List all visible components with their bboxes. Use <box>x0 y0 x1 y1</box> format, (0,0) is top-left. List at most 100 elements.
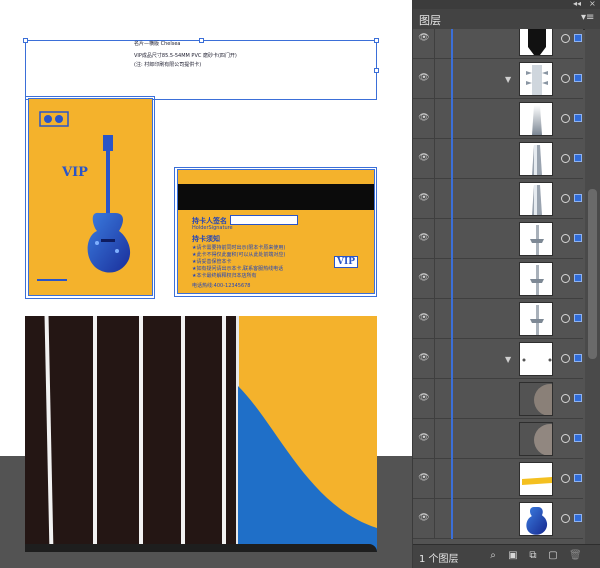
new-sublayer-icon[interactable]: ⧉ <box>527 550 539 562</box>
double-arrow-icon[interactable]: ◂◂ <box>573 0 581 8</box>
logo-icon <box>39 111 69 127</box>
layer-row[interactable]: 👁 <box>413 99 583 139</box>
layer-row[interactable]: 👁 ▼ <box>413 339 583 379</box>
layer-indent-line <box>451 459 453 499</box>
layer-count-label: 1 个图层 <box>419 554 459 565</box>
neck-artboard[interactable] <box>25 316 377 552</box>
selection-square-icon[interactable] <box>574 394 582 402</box>
target-circle-icon[interactable] <box>561 194 570 203</box>
selection-handle[interactable] <box>374 38 379 43</box>
expand-arrow-icon[interactable]: ▼ <box>505 75 511 84</box>
panel-menu-icon[interactable]: ▾≡ <box>581 12 594 23</box>
layer-thumbnail <box>519 302 553 336</box>
eye-icon[interactable]: 👁 <box>417 193 431 203</box>
selection-square-icon[interactable] <box>574 194 582 202</box>
eye-icon[interactable]: 👁 <box>417 233 431 243</box>
artboard-canvas[interactable]: 名片—横版 Chelsea VIP成品尺寸85.5-54MM PVC 磨砂卡(四… <box>0 0 412 568</box>
selection-square-icon[interactable] <box>574 514 582 522</box>
eye-icon[interactable]: 👁 <box>417 353 431 363</box>
doc-title-text: 名片—横版 Chelsea <box>134 41 181 47</box>
target-circle-icon[interactable] <box>561 74 570 83</box>
target-circle-icon[interactable] <box>561 34 570 43</box>
eye-icon[interactable]: 👁 <box>417 113 431 123</box>
string-line <box>93 316 97 552</box>
notice-item: ★请卡需要持前同时出示(限本卡原来使用) <box>192 245 286 251</box>
selection-square-icon[interactable] <box>574 74 582 82</box>
signature-box[interactable] <box>230 215 298 225</box>
layer-list[interactable]: 👁 👁 ▼ 👁 👁 👁 👁 👁 👁 👁 ▼ 👁 👁 👁 👁 <box>413 29 600 544</box>
tab-layers[interactable]: 图层 <box>419 12 441 28</box>
layer-thumbnail <box>519 382 553 416</box>
target-circle-icon[interactable] <box>561 434 570 443</box>
layers-footer: 1 个图层 ⌕ ▣ ⧉ ▢ 🗑 <box>413 544 600 568</box>
selection-square-icon[interactable] <box>574 314 582 322</box>
eye-icon[interactable]: 👁 <box>417 33 431 43</box>
layers-panel[interactable]: ◂◂ × 图层 ▾≡ 👁 👁 ▼ 👁 👁 👁 👁 👁 👁 👁 ▼ 👁 👁 👁 👁… <box>412 0 600 568</box>
eye-icon[interactable]: 👁 <box>417 73 431 83</box>
target-circle-icon[interactable] <box>561 514 570 523</box>
layer-row[interactable]: 👁 <box>413 299 583 339</box>
target-circle-icon[interactable] <box>561 354 570 363</box>
selection-square-icon[interactable] <box>574 114 582 122</box>
bottom-dark-band <box>25 544 377 552</box>
layer-row[interactable]: 👁 <box>413 259 583 299</box>
layer-row[interactable]: 👁 <box>413 139 583 179</box>
layer-row[interactable]: 👁 <box>413 179 583 219</box>
layer-row[interactable]: 👁 <box>413 29 583 59</box>
hotline-text: 电话热线:400-12345678 <box>192 283 251 289</box>
new-layer-icon[interactable]: ▢ <box>547 550 559 562</box>
selection-square-icon[interactable] <box>574 474 582 482</box>
eye-separator <box>434 99 435 139</box>
eye-icon[interactable]: 👁 <box>417 513 431 523</box>
target-circle-icon[interactable] <box>561 314 570 323</box>
selection-handle[interactable] <box>23 38 28 43</box>
eye-icon[interactable]: 👁 <box>417 153 431 163</box>
layer-row[interactable]: 👁 <box>413 219 583 259</box>
eye-icon[interactable]: 👁 <box>417 433 431 443</box>
doc-spec-text: VIP成品尺寸85.5-54MM PVC 磨砂卡(四门开) <box>134 53 237 59</box>
layer-thumbnail <box>519 142 553 176</box>
selection-square-icon[interactable] <box>574 354 582 362</box>
layer-row[interactable]: 👁 ▼ <box>413 59 583 99</box>
target-circle-icon[interactable] <box>561 394 570 403</box>
selection-handle[interactable] <box>374 68 379 73</box>
target-circle-icon[interactable] <box>561 234 570 243</box>
selection-square-icon[interactable] <box>574 274 582 282</box>
text-group-selection[interactable] <box>25 40 377 100</box>
target-circle-icon[interactable] <box>561 474 570 483</box>
eye-separator <box>434 219 435 259</box>
notice-item: ★此卡不得仅此面积(可以从此处前端对应) <box>192 252 286 258</box>
scrollbar-thumb[interactable] <box>588 189 597 359</box>
selection-square-icon[interactable] <box>574 434 582 442</box>
layers-scrollbar[interactable] <box>585 29 600 544</box>
eye-icon[interactable]: 👁 <box>417 393 431 403</box>
target-circle-icon[interactable] <box>561 114 570 123</box>
layer-row[interactable]: 👁 <box>413 379 583 419</box>
target-circle-icon[interactable] <box>561 154 570 163</box>
guitar-icon <box>87 135 131 273</box>
selection-square-icon[interactable] <box>574 34 582 42</box>
layer-row[interactable]: 👁 <box>413 419 583 459</box>
eye-icon[interactable]: 👁 <box>417 273 431 283</box>
search-icon[interactable]: ⌕ <box>487 550 499 562</box>
vip-card-back[interactable]: 持卡人签名 HolderSignature 持卡须知 ★请卡需要持前同时出示(限… <box>177 169 375 294</box>
expand-arrow-icon[interactable]: ▼ <box>505 355 511 364</box>
layer-thumbnail <box>519 182 553 216</box>
eye-icon[interactable]: 👁 <box>417 313 431 323</box>
selection-handle[interactable] <box>199 38 204 43</box>
close-icon[interactable]: × <box>589 0 596 8</box>
eye-icon[interactable]: 👁 <box>417 473 431 483</box>
layer-row[interactable]: 👁 <box>413 459 583 499</box>
layer-thumbnail <box>519 222 553 256</box>
make-clip-mask-icon[interactable]: ▣ <box>507 550 519 562</box>
target-circle-icon[interactable] <box>561 274 570 283</box>
delete-icon[interactable]: 🗑 <box>569 550 582 562</box>
selection-square-icon[interactable] <box>574 234 582 242</box>
layer-indent-line <box>451 179 453 219</box>
front-footer-line <box>37 279 67 281</box>
selection-square-icon[interactable] <box>574 154 582 162</box>
layer-row[interactable]: 👁 <box>413 499 583 539</box>
layer-indent-line <box>451 29 453 59</box>
vip-card-front[interactable]: VIP <box>28 98 153 296</box>
panel-titlebar[interactable]: ◂◂ × <box>413 0 600 9</box>
